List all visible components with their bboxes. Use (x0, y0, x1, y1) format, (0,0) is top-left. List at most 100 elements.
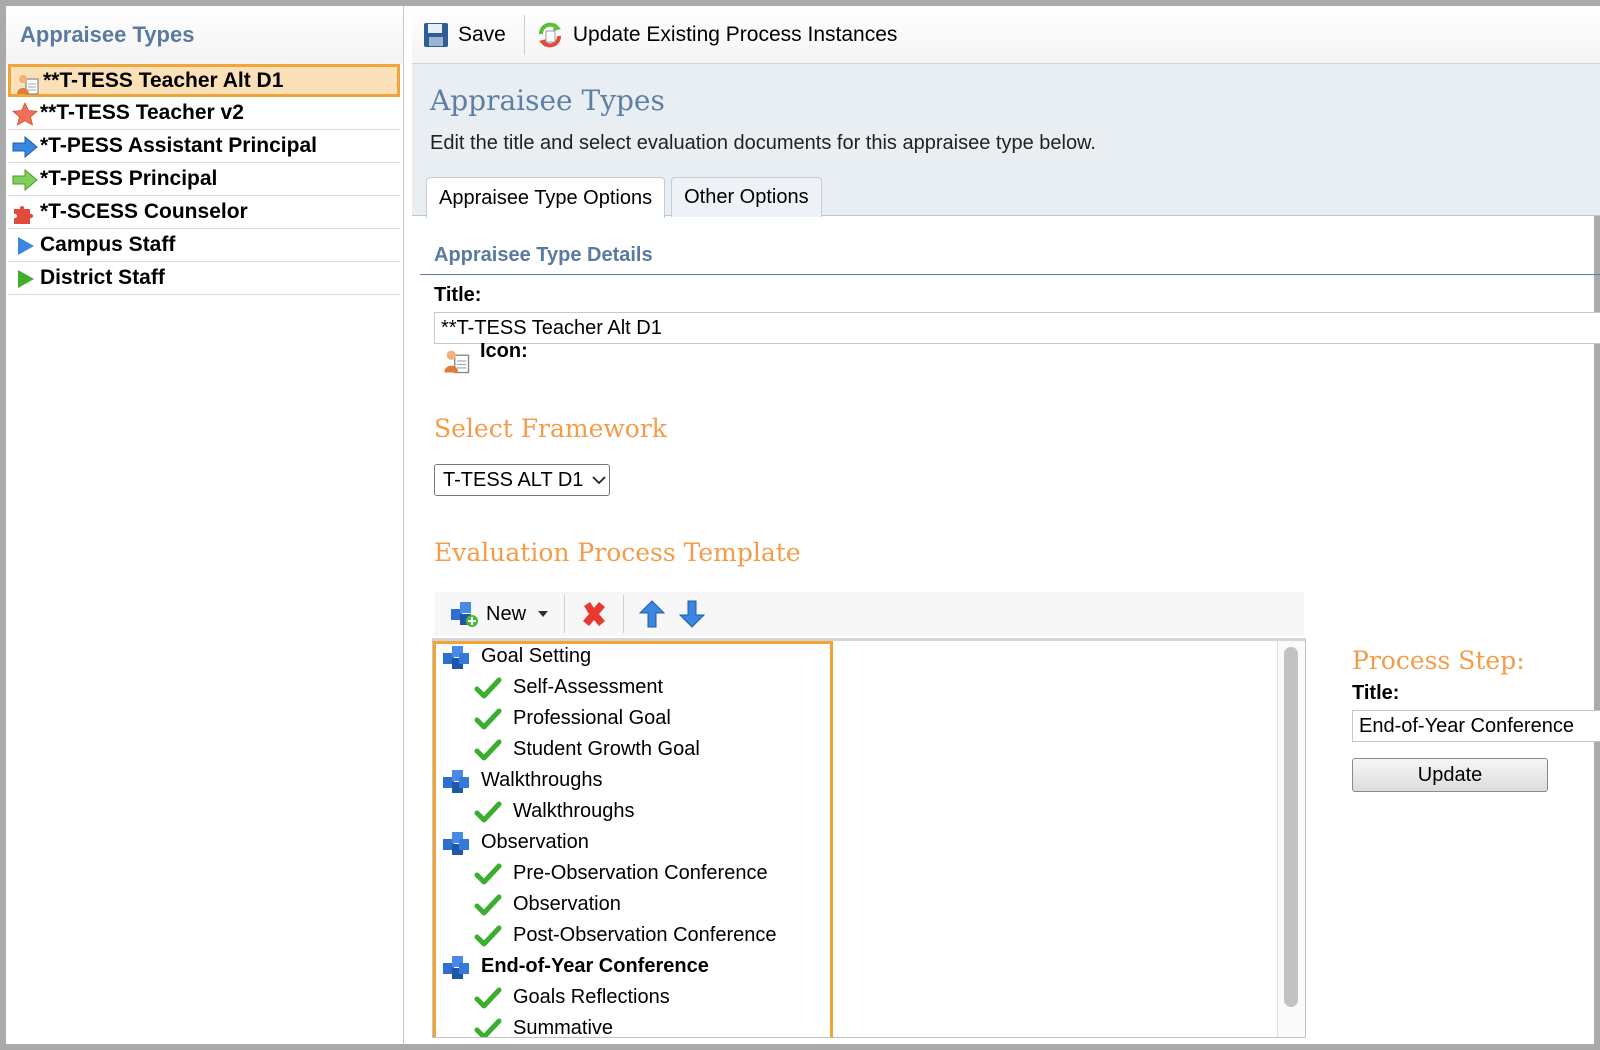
framework-select[interactable]: T-TESS ALT D1 (434, 464, 610, 496)
tree-node-label: Summative (513, 1017, 614, 1038)
tree-step-node[interactable]: Professional Goal (473, 703, 671, 734)
process-step-title-field[interactable] (1352, 710, 1600, 742)
arrow-up-icon (638, 600, 666, 628)
blocks-icon (441, 767, 471, 795)
tab-appraisee-type-options[interactable]: Appraisee Type Options (426, 177, 666, 218)
tree-scroll-thumb[interactable] (1284, 647, 1298, 1007)
main-toolbar: Save Update Existing Process Instances (412, 6, 1600, 64)
green-arrow-icon (12, 168, 38, 192)
checkmark-icon (473, 736, 503, 764)
tree-node-label: Goal Setting (481, 645, 592, 667)
sidebar-item-label: *T-PESS Assistant Principal (40, 134, 317, 157)
update-existing-instances-button[interactable]: Update Existing Process Instances (533, 16, 908, 54)
tree-step-node[interactable]: Self-Assessment (473, 672, 663, 703)
checkmark-icon (473, 705, 503, 733)
move-down-button[interactable] (672, 596, 712, 632)
checkmark-icon (473, 860, 503, 888)
page-title: Appraisee Types (430, 84, 665, 117)
tree-node-label: End-of-Year Conference (481, 955, 709, 977)
tree-scrollbar[interactable] (1277, 641, 1305, 1037)
page-description: Edit the title and select evaluation doc… (430, 132, 1096, 154)
tree-node-label: Post-Observation Conference (513, 924, 777, 946)
sidebar-item-label: *T-SCESS Counselor (40, 200, 248, 223)
delete-step-button[interactable] (573, 596, 615, 632)
green-triangle-icon (18, 270, 34, 288)
tree-group-node[interactable]: Goal Setting (441, 641, 591, 672)
tree-step-node[interactable]: Pre-Observation Conference (473, 858, 768, 889)
puzzle-icon (14, 206, 33, 224)
update-instances-label: Update Existing Process Instances (572, 22, 898, 46)
sidebar: Appraisee Types **T-TESS Teacher Alt D1 … (6, 6, 404, 1044)
tree-group-node[interactable]: End-of-Year Conference (441, 951, 709, 982)
tree-node-label: Goals Reflections (513, 986, 670, 1008)
template-heading: Evaluation Process Template (434, 538, 801, 567)
tree-node-label: Observation (481, 831, 589, 853)
checkmark-icon (473, 1015, 503, 1037)
sidebar-item-tscess-counselor[interactable]: *T-SCESS Counselor (8, 196, 400, 229)
sidebar-item-label: Campus Staff (40, 233, 176, 256)
process-template-tree: Goal Setting Self-Assessment Professional … (432, 638, 1306, 1038)
tree-step-node[interactable]: Summative (473, 1013, 614, 1038)
page-header: Appraisee Types Edit the title and selec… (412, 64, 1600, 218)
sidebar-item-ttess-alt-d1[interactable]: **T-TESS Teacher Alt D1 (8, 64, 400, 97)
tree-step-node[interactable]: Goals Reflections (473, 982, 670, 1013)
sidebar-header: Appraisee Types (6, 6, 403, 64)
section-title: Appraisee Type Details (434, 244, 653, 266)
sidebar-item-label: *T-PESS Principal (40, 167, 218, 190)
star-icon (12, 102, 38, 126)
tree-group-node[interactable]: Walkthroughs (441, 765, 603, 796)
tree-node-label: Walkthroughs (513, 800, 635, 822)
add-blocks-icon (451, 602, 478, 627)
tree-node-label: Professional Goal (513, 707, 671, 729)
tab-strip: Appraisee Type Options Other Options (426, 177, 828, 218)
checkmark-icon (473, 798, 503, 826)
tree-node-label: Walkthroughs (481, 769, 603, 791)
tree-group-node[interactable]: Observation (441, 827, 589, 858)
tree-step-node[interactable]: Walkthroughs (473, 796, 635, 827)
save-button[interactable]: Save (420, 16, 516, 54)
tab-other-options[interactable]: Other Options (671, 177, 822, 217)
title-field[interactable] (434, 312, 1600, 344)
sidebar-item-label: **T-TESS Teacher Alt D1 (43, 68, 284, 92)
move-up-button[interactable] (632, 596, 672, 632)
checkmark-icon (473, 922, 503, 950)
title-label: Title: (434, 284, 482, 306)
sidebar-item-label: **T-TESS Teacher v2 (40, 101, 244, 124)
tree-step-node[interactable]: Post-Observation Conference (473, 920, 776, 951)
sidebar-item-campus-staff[interactable]: Campus Staff (8, 229, 400, 262)
sidebar-item-ttess-v2[interactable]: **T-TESS Teacher v2 (8, 97, 400, 130)
process-step-title-label: Title: (1352, 682, 1400, 704)
new-step-button[interactable]: New (442, 596, 556, 632)
main-panel: Save Update Existing Process Instances A… (412, 6, 1600, 1044)
document-user-icon[interactable] (442, 346, 472, 376)
appraisee-type-list: **T-TESS Teacher Alt D1 **T-TESS Teacher… (6, 64, 403, 295)
floppy-disk-icon (424, 22, 448, 47)
process-step-heading: Process Step: (1352, 646, 1525, 675)
chevron-down-icon (592, 476, 607, 485)
blocks-icon (441, 953, 471, 981)
new-label: New (486, 602, 527, 625)
framework-heading: Select Framework (434, 414, 667, 443)
tree-node-label: Observation (513, 893, 621, 915)
sidebar-item-tpess-principal[interactable]: *T-PESS Principal (8, 163, 400, 196)
sidebar-item-district-staff[interactable]: District Staff (8, 262, 400, 295)
tree-node-label: Self-Assessment (513, 676, 664, 698)
template-toolbar: New (434, 592, 1304, 636)
tree-step-node[interactable]: Student Growth Goal (473, 734, 700, 765)
sidebar-item-label: District Staff (40, 266, 165, 289)
tree-node-label: Student Growth Goal (513, 738, 700, 760)
document-user-icon (17, 75, 39, 95)
sidebar-item-tpess-assistant-principal[interactable]: *T-PESS Assistant Principal (8, 130, 400, 163)
toolbar-divider (523, 14, 525, 55)
checkmark-icon (473, 674, 503, 702)
section-divider (420, 274, 1600, 275)
tree-step-node[interactable]: Observation (473, 889, 621, 920)
app-frame: Appraisee Types **T-TESS Teacher Alt D1 … (0, 0, 1600, 1050)
tree-node-label: Pre-Observation Conference (513, 862, 768, 884)
blocks-icon (441, 829, 471, 857)
process-step-update-button[interactable]: Update (1352, 758, 1548, 792)
template-toolbar-divider (623, 595, 625, 633)
refresh-icon (538, 22, 561, 47)
template-toolbar-divider (564, 595, 566, 633)
blue-triangle-icon (18, 237, 34, 255)
